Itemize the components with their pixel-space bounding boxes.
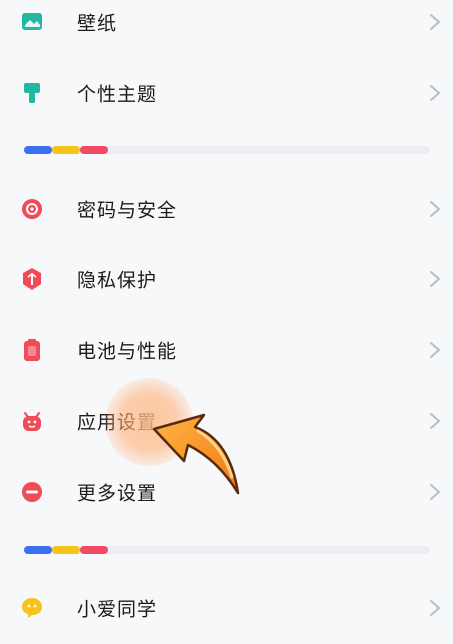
chevron-right-icon — [430, 271, 440, 287]
menu-item-label: 电池与性能 — [77, 340, 178, 363]
xiaoai-assistant-icon — [22, 598, 42, 618]
menu-item-label: 小爱同学 — [77, 598, 158, 621]
chevron-right-icon — [430, 342, 440, 358]
wallpaper-icon — [22, 13, 42, 30]
menu-item-label: 密码与安全 — [77, 199, 178, 222]
menu-item-label: 壁纸 — [77, 12, 118, 35]
chevron-right-icon — [430, 14, 440, 30]
chevron-right-icon — [430, 600, 440, 616]
menu-item-label: 更多设置 — [77, 482, 158, 505]
menu-item-battery-performance[interactable]: 电池与性能 — [0, 325, 453, 375]
menu-item-wallpaper[interactable]: 壁纸 — [0, 0, 453, 47]
menu-item-label: 个性主题 — [77, 83, 158, 106]
divider-segment-yellow — [52, 146, 80, 154]
chevron-right-icon — [430, 201, 440, 217]
menu-item-more-settings[interactable]: 更多设置 — [0, 467, 453, 517]
menu-item-label: 应用设置 — [77, 411, 158, 434]
section-divider — [24, 146, 430, 154]
divider-segment-blue — [24, 546, 52, 554]
menu-item-label: 隐私保护 — [77, 269, 158, 292]
battery-icon — [24, 339, 40, 361]
security-lock-icon — [22, 199, 42, 219]
divider-segment-yellow — [52, 546, 80, 554]
chevron-right-icon — [430, 85, 440, 101]
theme-brush-icon — [24, 83, 40, 103]
divider-segment-blue — [24, 146, 52, 154]
menu-item-theme[interactable]: 个性主题 — [0, 68, 453, 118]
section-divider — [24, 546, 430, 554]
divider-segment-red — [80, 546, 108, 554]
chevron-right-icon — [430, 484, 440, 500]
privacy-shield-icon — [23, 268, 41, 290]
app-android-icon — [23, 412, 41, 431]
menu-item-password-security[interactable]: 密码与安全 — [0, 184, 453, 234]
menu-item-privacy[interactable]: 隐私保护 — [0, 254, 453, 304]
chevron-right-icon — [430, 413, 440, 429]
menu-item-xiaoai[interactable]: 小爱同学 — [0, 583, 453, 633]
divider-segment-red — [80, 146, 108, 154]
more-settings-icon — [22, 482, 42, 502]
menu-item-app-settings[interactable]: 应用设置 — [0, 396, 453, 446]
